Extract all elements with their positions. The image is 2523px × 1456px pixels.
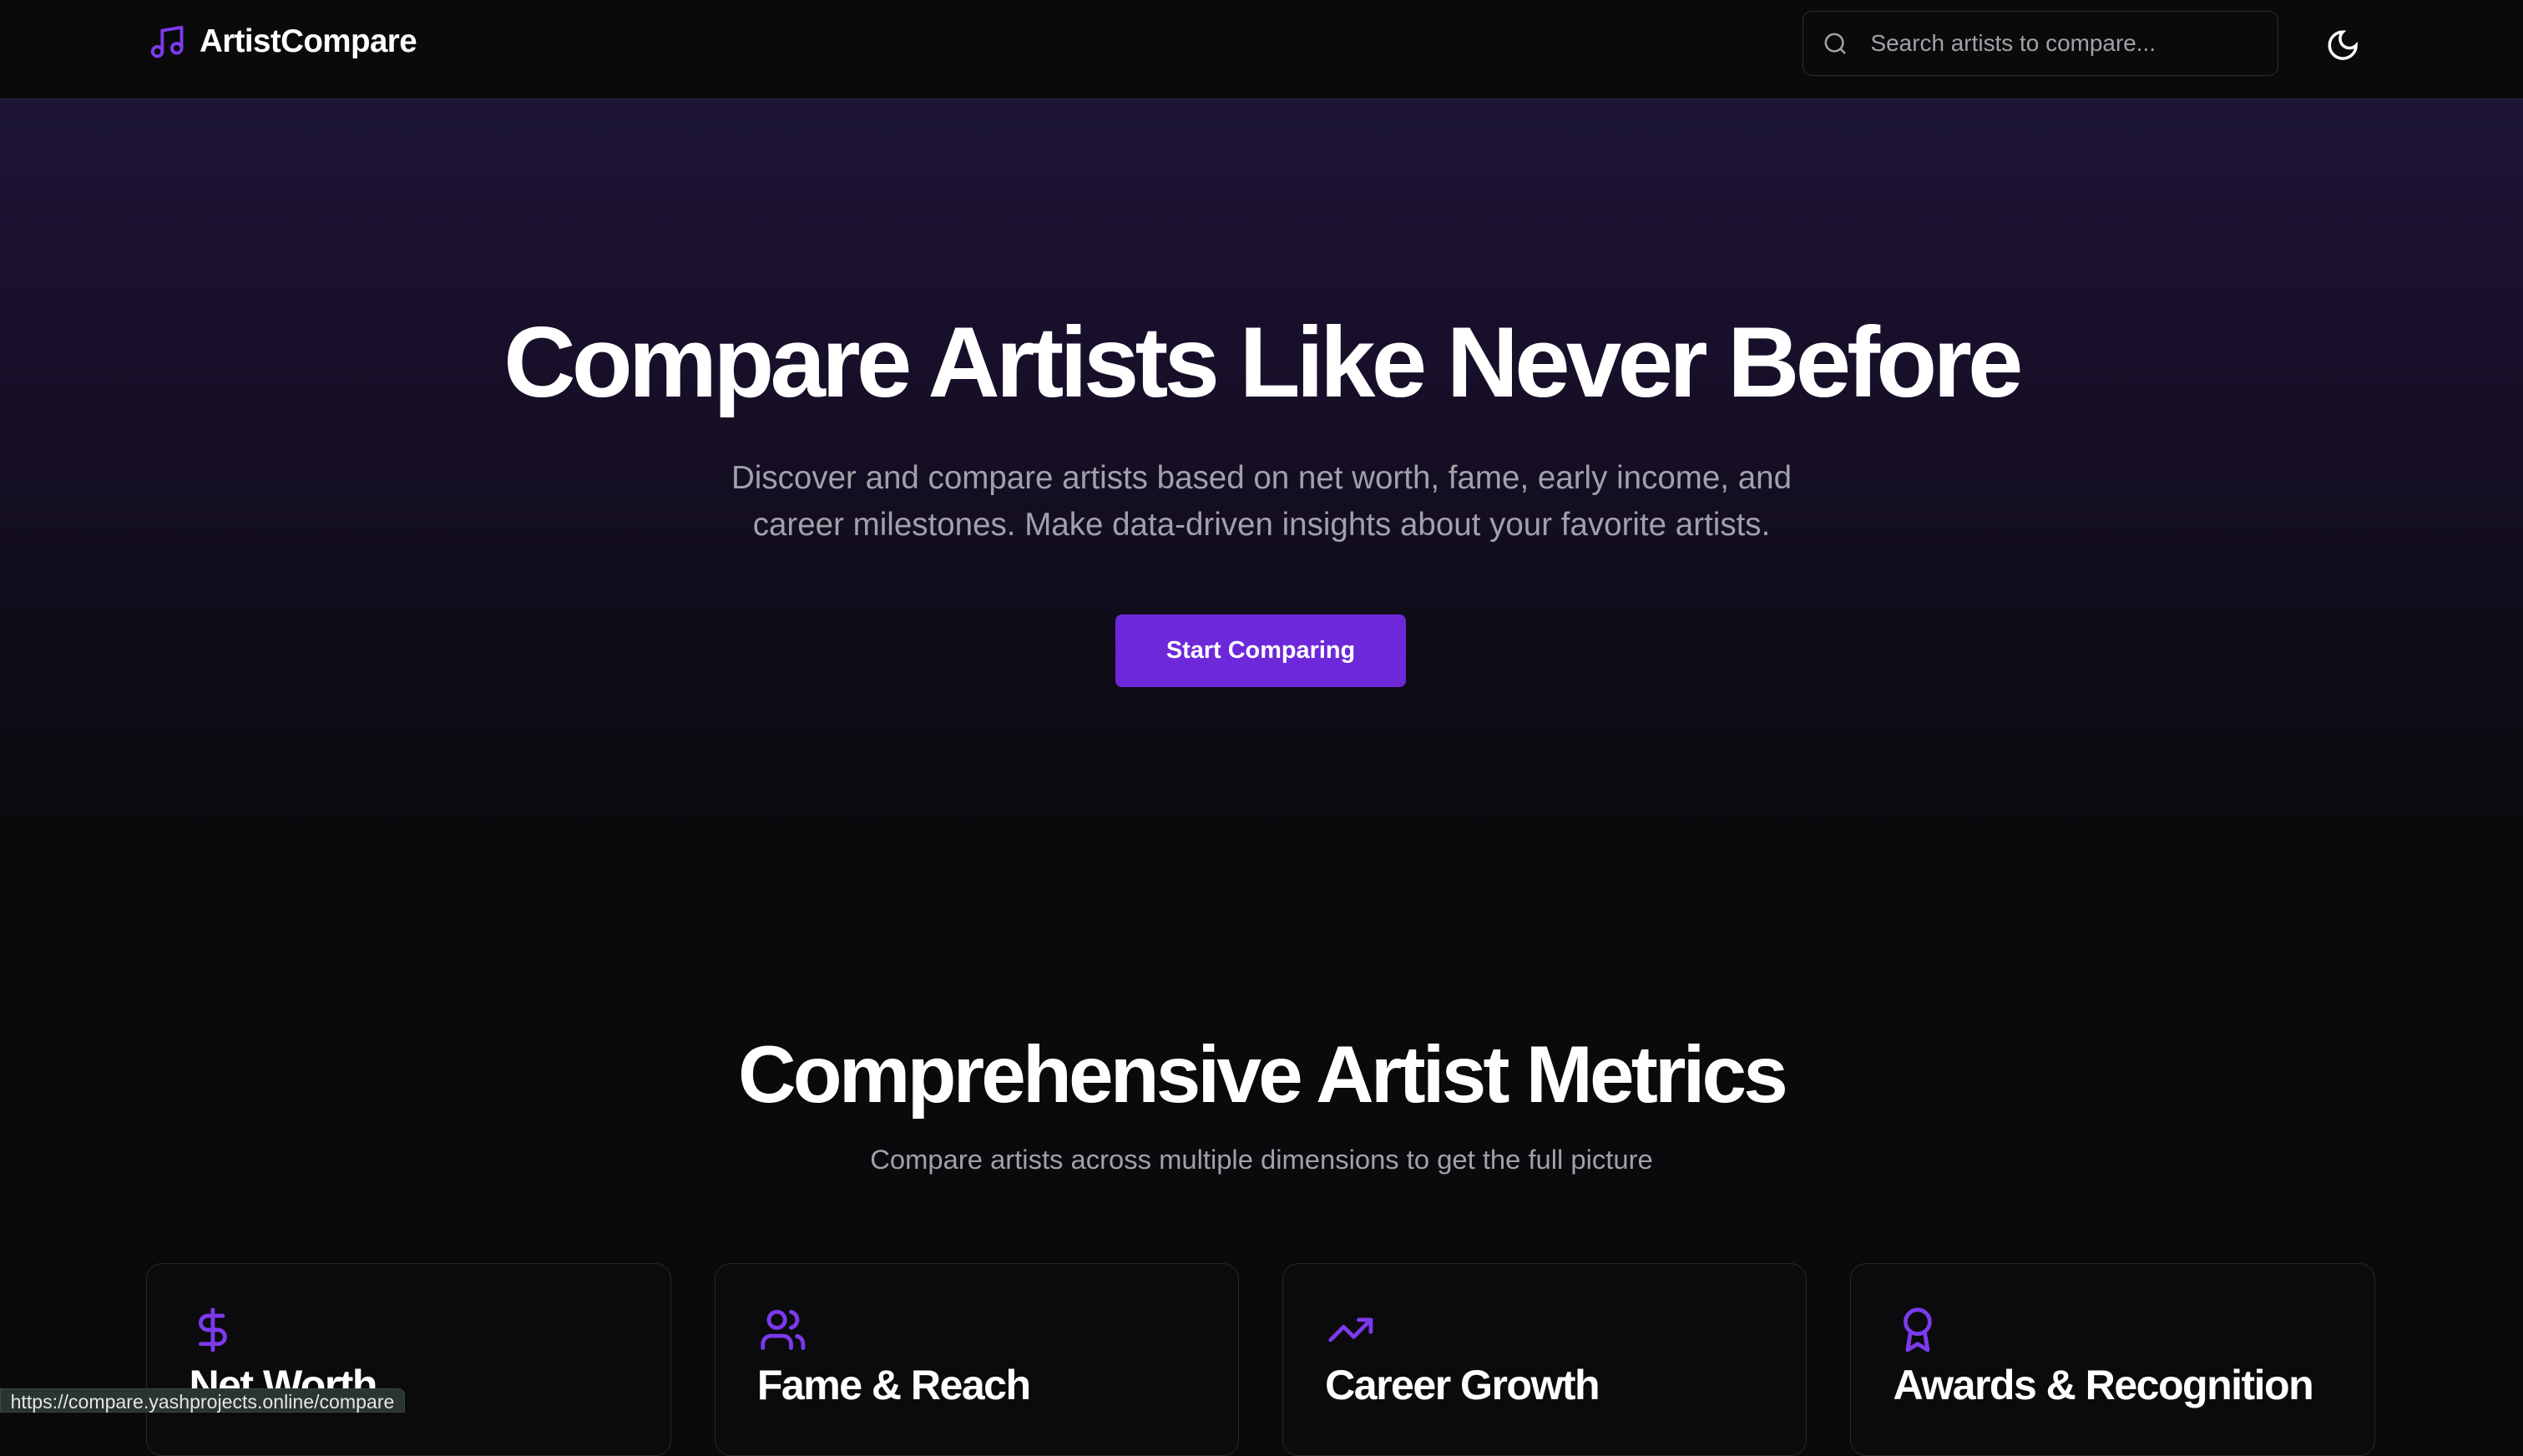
brand-logo[interactable]: ArtistCompare [148,23,417,61]
dollar-icon [199,1307,228,1352]
metrics-subtitle: Compare artists across multiple dimensio… [870,1144,1653,1175]
search-input[interactable] [1867,28,2260,58]
brand-name: ArtistCompare [199,23,417,60]
music-note-icon [151,25,184,58]
top-nav: ArtistCompare [0,0,2523,99]
users-icon [761,1309,806,1351]
hero-subtitle: Discover and compare artists based on ne… [0,455,2523,549]
award-icon [1903,1307,1932,1352]
start-comparing-button[interactable]: Start Comparing [1115,614,1407,687]
theme-toggle-moon-icon[interactable] [2325,28,2360,63]
hero-title: Compare Artists Like Never Before [503,307,2023,419]
link-status-bar: https://compare.yashprojects.online/comp… [0,1388,405,1413]
metric-card-net-worth: Net Worth [146,1262,671,1456]
metric-card-awards: Awards & Recognition [1850,1262,2375,1456]
hero-subtitle-line: Discover and compare artists based on ne… [731,460,1792,497]
metric-card-fame: Fame & Reach [714,1262,1240,1456]
card-title: Fame & Reach [756,1361,1031,1408]
metrics-title: Comprehensive Artist Metrics [738,1030,1788,1120]
hero-subtitle-line: career milestones. Make data-driven insi… [752,507,1771,543]
search-icon [1824,33,1846,54]
card-title: Awards & Recognition [1893,1361,2314,1408]
metric-card-career-growth: Career Growth [1282,1262,1808,1456]
trending-up-icon [1328,1317,1373,1342]
card-title: Career Growth [1325,1361,1600,1408]
search-box[interactable] [1802,11,2279,76]
